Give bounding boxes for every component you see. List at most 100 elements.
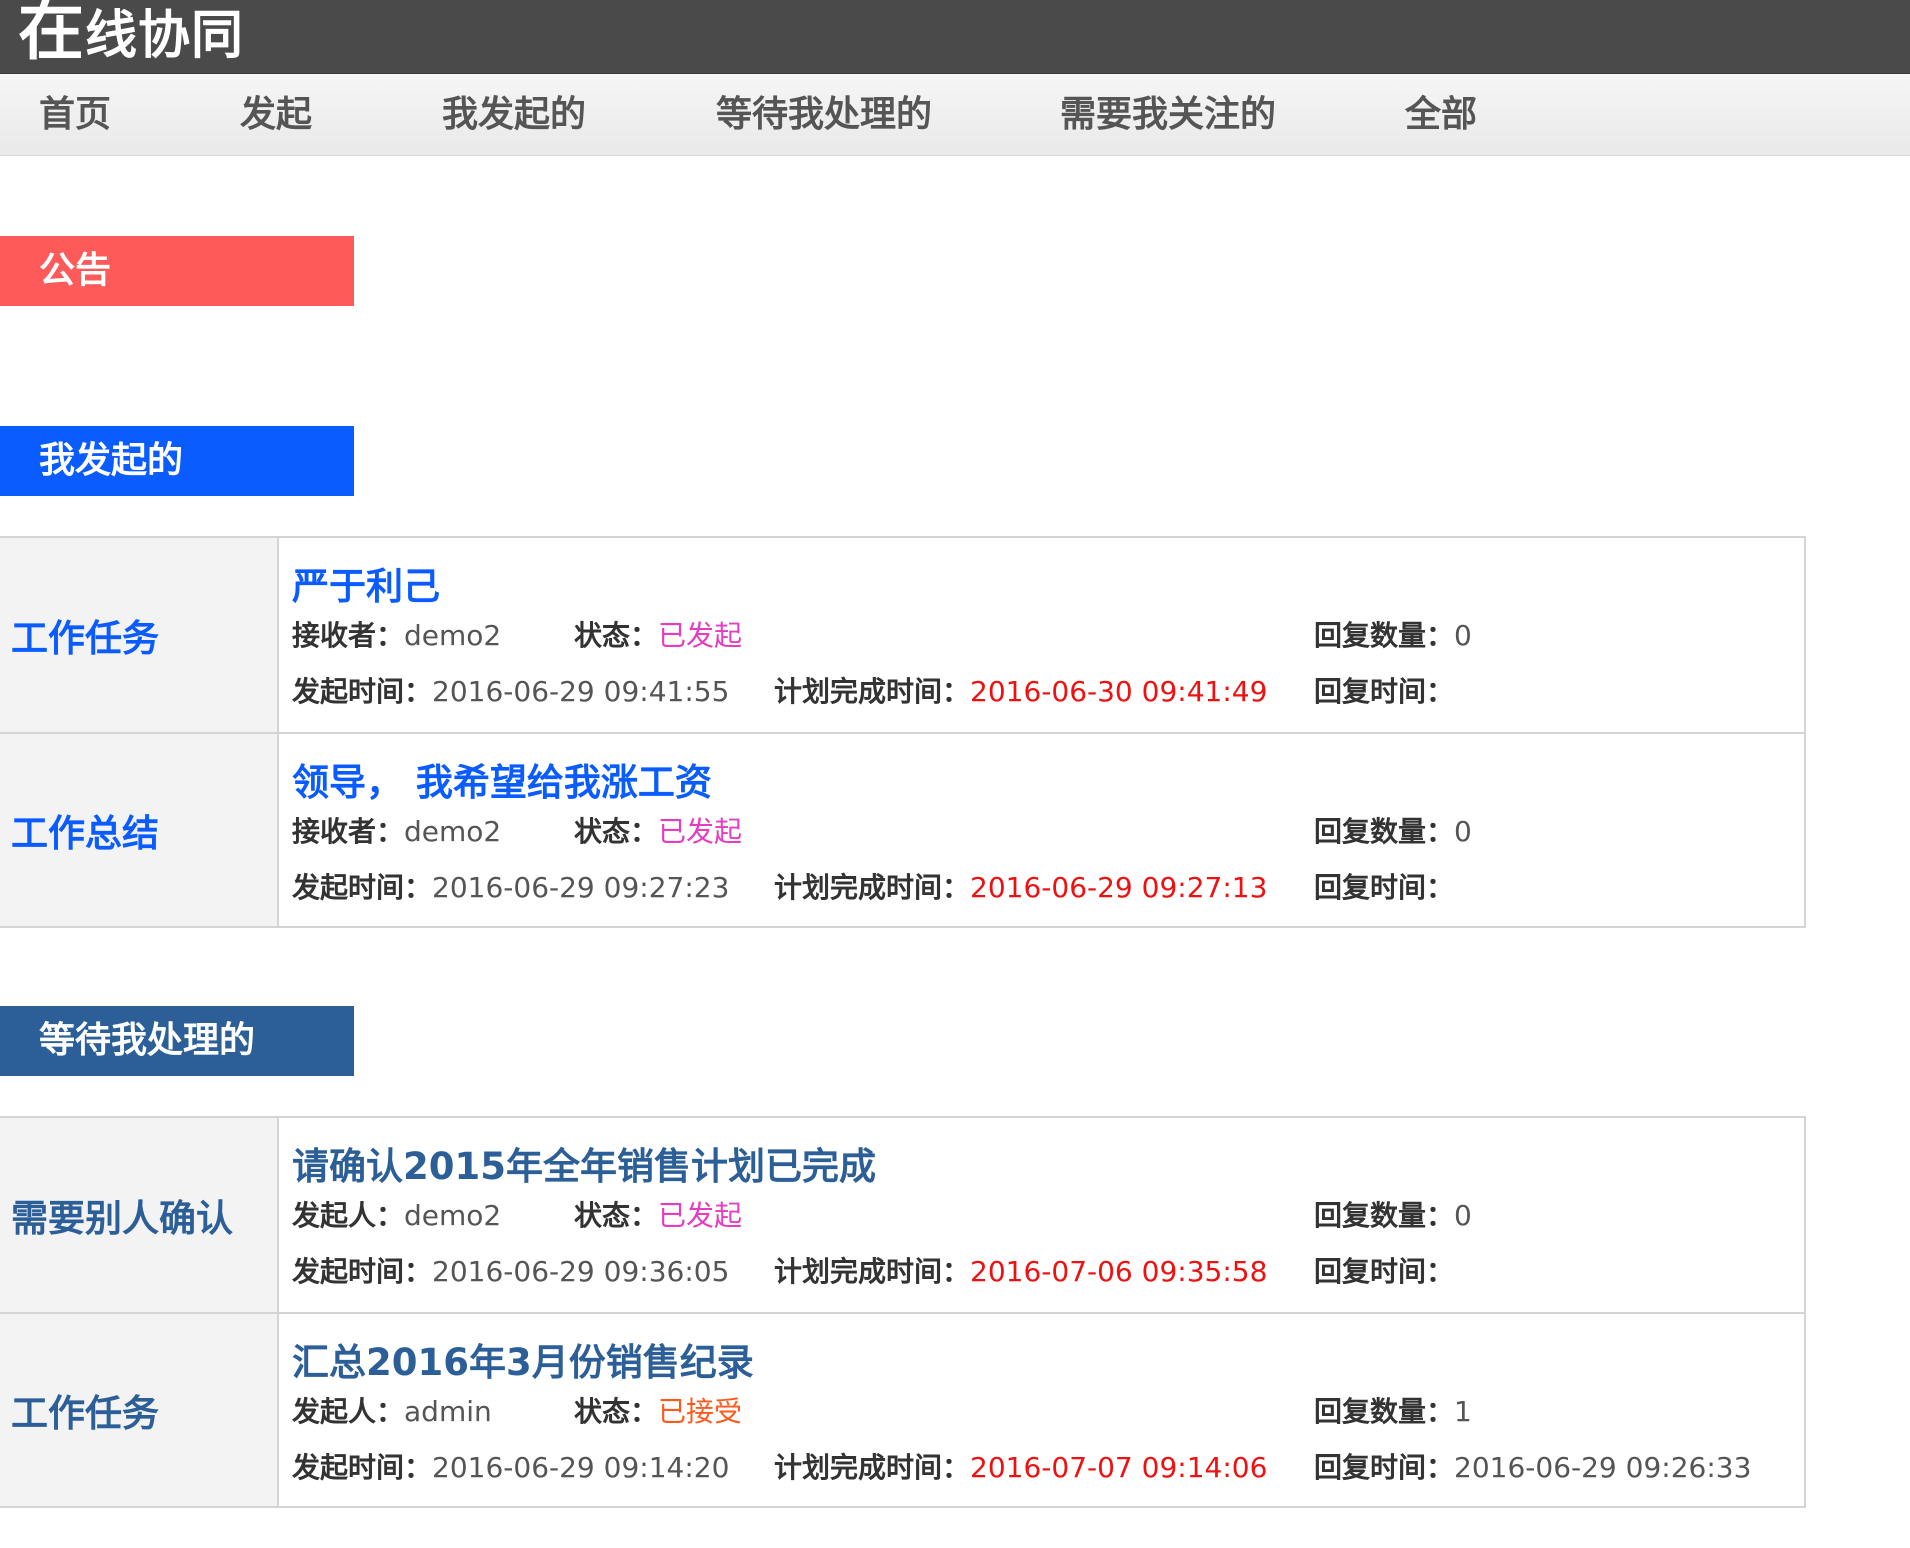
start-time-field: 发起时间：2016-06-29 09:41:55	[292, 670, 729, 710]
reply-count-value: 0	[1454, 1199, 1472, 1232]
start-time-value: 2016-06-29 09:14:20	[432, 1451, 730, 1484]
status-field: 状态：已发起	[574, 810, 742, 850]
nav-my-initiated[interactable]: 我发起的	[442, 74, 586, 156]
task-row: 需要别人确认 请确认2015年全年销售计划已完成 发起人：demo2 状态：已发…	[0, 1118, 1804, 1312]
reply-time-field: 回复时间：2016-06-29 09:26:33	[1314, 1446, 1751, 1486]
person-field: 发起人：demo2	[292, 1194, 501, 1234]
status-value: 已发起	[658, 619, 743, 652]
person-label: 接收者：	[292, 619, 405, 652]
app-title: 在线协同	[18, 0, 244, 71]
person-label: 发起人：	[292, 1199, 405, 1232]
mine-task-list: 工作任务 严于利己 接收者：demo2 状态：已发起 回复数量：0 发起时间：2…	[0, 536, 1806, 928]
reply-count-field: 回复数量：0	[1314, 1194, 1472, 1234]
deadline-field: 计划完成时间：2016-06-30 09:41:49	[774, 670, 1267, 710]
task-row: 工作任务 严于利己 接收者：demo2 状态：已发起 回复数量：0 发起时间：2…	[0, 538, 1804, 732]
person-field: 发起人：admin	[292, 1390, 492, 1430]
status-label: 状态：	[574, 815, 659, 848]
person-value: admin	[404, 1395, 492, 1428]
nav-need-my-attention[interactable]: 需要我关注的	[1060, 74, 1276, 156]
reply-time-label: 回复时间：	[1314, 871, 1455, 904]
task-category[interactable]: 工作任务	[0, 538, 279, 732]
reply-count-field: 回复数量：0	[1314, 614, 1472, 654]
section-notice-label[interactable]: 公告	[0, 236, 354, 306]
task-row: 工作总结 领导， 我希望给我涨工资 接收者：demo2 状态：已发起 回复数量：…	[0, 732, 1804, 926]
start-time-value: 2016-06-29 09:36:05	[432, 1255, 730, 1288]
status-field: 状态：已发起	[574, 1194, 742, 1234]
status-field: 状态：已发起	[574, 614, 742, 654]
deadline-label: 计划完成时间：	[774, 675, 971, 708]
reply-time-label: 回复时间：	[1314, 1255, 1455, 1288]
section-mine-label[interactable]: 我发起的	[0, 426, 354, 496]
person-label: 接收者：	[292, 815, 405, 848]
task-category[interactable]: 需要别人确认	[0, 1118, 279, 1312]
person-label: 发起人：	[292, 1395, 405, 1428]
deadline-value: 2016-07-07 09:14:06	[970, 1451, 1268, 1484]
reply-count-value: 1	[1454, 1395, 1472, 1428]
nav-all[interactable]: 全部	[1405, 74, 1477, 156]
deadline-value: 2016-06-30 09:41:49	[970, 675, 1268, 708]
start-time-field: 发起时间：2016-06-29 09:14:20	[292, 1446, 729, 1486]
reply-time-label: 回复时间：	[1314, 1451, 1455, 1484]
section-waiting-label[interactable]: 等待我处理的	[0, 1006, 354, 1076]
task-category[interactable]: 工作总结	[0, 734, 279, 926]
start-time-label: 发起时间：	[292, 1255, 433, 1288]
deadline-value: 2016-07-06 09:35:58	[970, 1255, 1268, 1288]
status-label: 状态：	[574, 1199, 659, 1232]
app-header: 在线协同	[0, 0, 1910, 74]
status-value: 已发起	[658, 1199, 743, 1232]
person-value: demo2	[404, 815, 502, 848]
task-row: 工作任务 汇总2016年3月份销售纪录 发起人：admin 状态：已接受 回复数…	[0, 1312, 1804, 1506]
nav-waiting-for-me[interactable]: 等待我处理的	[716, 74, 932, 156]
reply-count-label: 回复数量：	[1314, 1395, 1455, 1428]
deadline-field: 计划完成时间：2016-06-29 09:27:13	[774, 866, 1267, 906]
task-body: 汇总2016年3月份销售纪录 发起人：admin 状态：已接受 回复数量：1 发…	[292, 1314, 1804, 1506]
nav-home[interactable]: 首页	[39, 74, 111, 156]
reply-count-label: 回复数量：	[1314, 815, 1455, 848]
status-label: 状态：	[574, 1395, 659, 1428]
reply-count-field: 回复数量：0	[1314, 810, 1472, 850]
deadline-label: 计划完成时间：	[774, 1451, 971, 1484]
start-time-label: 发起时间：	[292, 1451, 433, 1484]
person-value: demo2	[404, 619, 502, 652]
reply-count-field: 回复数量：1	[1314, 1390, 1472, 1430]
status-value: 已发起	[658, 815, 743, 848]
deadline-label: 计划完成时间：	[774, 871, 971, 904]
task-title-link[interactable]: 领导， 我希望给我涨工资	[292, 752, 712, 806]
start-time-label: 发起时间：	[292, 871, 433, 904]
main-nav: 首页 发起 我发起的 等待我处理的 需要我关注的 全部	[0, 74, 1910, 156]
reply-time-label: 回复时间：	[1314, 675, 1455, 708]
deadline-field: 计划完成时间：2016-07-07 09:14:06	[774, 1446, 1267, 1486]
app-title-first-char: 在	[18, 0, 85, 69]
start-time-value: 2016-06-29 09:41:55	[432, 675, 730, 708]
task-title-link[interactable]: 严于利己	[292, 556, 440, 610]
reply-time-field: 回复时间：	[1314, 866, 1454, 906]
status-field: 状态：已接受	[574, 1390, 742, 1430]
deadline-value: 2016-06-29 09:27:13	[970, 871, 1268, 904]
status-value: 已接受	[658, 1395, 743, 1428]
task-title-link[interactable]: 请确认2015年全年销售计划已完成	[292, 1136, 876, 1190]
reply-time-value: 2016-06-29 09:26:33	[1454, 1451, 1752, 1484]
reply-time-field: 回复时间：	[1314, 1250, 1454, 1290]
deadline-field: 计划完成时间：2016-07-06 09:35:58	[774, 1250, 1267, 1290]
reply-count-value: 0	[1454, 619, 1472, 652]
start-time-value: 2016-06-29 09:27:23	[432, 871, 730, 904]
start-time-field: 发起时间：2016-06-29 09:27:23	[292, 866, 729, 906]
reply-count-label: 回复数量：	[1314, 619, 1455, 652]
reply-time-field: 回复时间：	[1314, 670, 1454, 710]
task-category[interactable]: 工作任务	[0, 1314, 279, 1506]
app-title-rest: 线协同	[85, 6, 245, 66]
start-time-field: 发起时间：2016-06-29 09:36:05	[292, 1250, 729, 1290]
deadline-label: 计划完成时间：	[774, 1255, 971, 1288]
person-field: 接收者：demo2	[292, 614, 501, 654]
reply-count-value: 0	[1454, 815, 1472, 848]
task-body: 领导， 我希望给我涨工资 接收者：demo2 状态：已发起 回复数量：0 发起时…	[292, 734, 1804, 926]
start-time-label: 发起时间：	[292, 675, 433, 708]
task-body: 请确认2015年全年销售计划已完成 发起人：demo2 状态：已发起 回复数量：…	[292, 1118, 1804, 1312]
person-value: demo2	[404, 1199, 502, 1232]
status-label: 状态：	[574, 619, 659, 652]
task-body: 严于利己 接收者：demo2 状态：已发起 回复数量：0 发起时间：2016-0…	[292, 538, 1804, 732]
task-title-link[interactable]: 汇总2016年3月份销售纪录	[292, 1332, 754, 1386]
nav-initiate[interactable]: 发起	[240, 74, 312, 156]
waiting-task-list: 需要别人确认 请确认2015年全年销售计划已完成 发起人：demo2 状态：已发…	[0, 1116, 1806, 1508]
reply-count-label: 回复数量：	[1314, 1199, 1455, 1232]
